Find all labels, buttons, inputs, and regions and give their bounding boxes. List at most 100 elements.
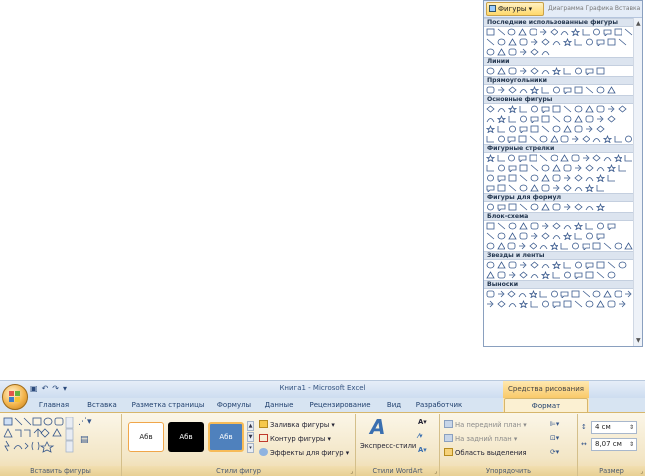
shape-option-icon[interactable] xyxy=(519,203,528,211)
shape-option-icon[interactable] xyxy=(585,232,594,240)
shape-option-icon[interactable] xyxy=(508,222,517,230)
shape-option-icon[interactable] xyxy=(497,154,506,162)
shape-option-icon[interactable] xyxy=(486,86,495,94)
shape-option-icon[interactable] xyxy=(614,290,623,298)
shape-option-icon[interactable] xyxy=(618,300,627,308)
shape-option-icon[interactable] xyxy=(596,222,605,230)
shape-option-icon[interactable] xyxy=(486,38,495,46)
shape-option-icon[interactable] xyxy=(508,203,517,211)
ribbon-tab[interactable]: Разметка страницы xyxy=(128,398,208,412)
shape-option-icon[interactable] xyxy=(574,261,583,269)
shape-option-icon[interactable] xyxy=(539,28,548,36)
shape-option-icon[interactable] xyxy=(486,154,495,162)
shape-option-icon[interactable] xyxy=(585,86,594,94)
shape-option-icon[interactable] xyxy=(574,115,583,123)
shape-option-icon[interactable] xyxy=(603,290,612,298)
shape-option-icon[interactable] xyxy=(592,135,601,143)
shape-option-icon[interactable] xyxy=(596,261,605,269)
shape-option-icon[interactable] xyxy=(563,86,572,94)
express-styles-button[interactable]: Экспресс-стили xyxy=(360,442,416,451)
shape-option-icon[interactable] xyxy=(507,242,516,250)
shape-option-icon[interactable] xyxy=(550,290,559,298)
shape-option-icon[interactable] xyxy=(552,38,561,46)
shape-option-icon[interactable] xyxy=(497,184,506,192)
shape-option-icon[interactable] xyxy=(519,115,528,123)
shape-option-icon[interactable] xyxy=(529,28,538,36)
send-back-button[interactable]: На задний план ▾ xyxy=(444,434,517,444)
shape-option-icon[interactable] xyxy=(550,28,559,36)
gallery-scrollbar[interactable]: ▲ ▼ xyxy=(633,18,642,346)
shape-option-icon[interactable] xyxy=(596,115,605,123)
shape-option-icon[interactable] xyxy=(574,271,583,279)
shape-option-icon[interactable] xyxy=(552,86,561,94)
shape-option-icon[interactable] xyxy=(541,48,550,56)
style-gallery-more[interactable]: ▾ xyxy=(247,443,254,453)
shape-option-icon[interactable] xyxy=(596,38,605,46)
shape-option-icon[interactable] xyxy=(541,184,550,192)
shape-option-icon[interactable] xyxy=(519,125,528,133)
shape-option-icon[interactable] xyxy=(614,28,623,36)
shape-option-icon[interactable] xyxy=(585,164,594,172)
shape-option-icon[interactable] xyxy=(507,135,516,143)
shape-option-icon[interactable] xyxy=(585,115,594,123)
shape-option-icon[interactable] xyxy=(571,28,580,36)
shape-option-icon[interactable] xyxy=(496,242,506,250)
shape-option-icon[interactable] xyxy=(563,125,572,133)
ribbon-tab[interactable]: Вставка xyxy=(80,398,124,412)
ribbon-tab[interactable]: Формат xyxy=(504,398,588,412)
shape-option-icon[interactable] xyxy=(508,86,517,94)
shape-option-icon[interactable] xyxy=(497,115,506,123)
shape-option-icon[interactable] xyxy=(541,232,550,240)
shape-option-icon[interactable] xyxy=(528,242,538,250)
shape-option-icon[interactable] xyxy=(552,164,561,172)
shape-option-icon[interactable] xyxy=(530,203,539,211)
shape-option-icon[interactable] xyxy=(497,86,506,94)
shape-option-icon[interactable] xyxy=(530,300,539,308)
style-sample-white[interactable]: Абв xyxy=(128,422,164,452)
shape-option-icon[interactable] xyxy=(508,174,517,182)
shape-option-icon[interactable] xyxy=(563,261,572,269)
shape-option-icon[interactable] xyxy=(571,290,580,298)
shape-option-icon[interactable] xyxy=(560,28,569,36)
shape-option-icon[interactable] xyxy=(552,271,561,279)
shape-option-icon[interactable] xyxy=(541,105,550,113)
shape-option-icon[interactable] xyxy=(585,271,594,279)
shape-option-icon[interactable] xyxy=(552,67,561,75)
shape-option-icon[interactable] xyxy=(486,135,495,143)
scroll-up-icon[interactable]: ▲ xyxy=(636,20,641,27)
shape-option-icon[interactable] xyxy=(603,242,612,250)
shape-option-icon[interactable] xyxy=(596,164,605,172)
shape-option-icon[interactable] xyxy=(508,164,517,172)
shape-option-icon[interactable] xyxy=(574,67,583,75)
height-field[interactable]: 4 см ⇕ xyxy=(591,421,637,434)
shape-option-icon[interactable] xyxy=(486,67,495,75)
shape-option-icon[interactable] xyxy=(497,67,506,75)
shape-option-icon[interactable] xyxy=(497,232,506,240)
shape-option-icon[interactable] xyxy=(574,232,583,240)
shape-option-icon[interactable] xyxy=(530,38,539,46)
size-launcher-icon[interactable]: ⌟ xyxy=(640,468,643,475)
shape-option-icon[interactable] xyxy=(508,67,517,75)
shape-option-icon[interactable] xyxy=(508,38,517,46)
shape-option-icon[interactable] xyxy=(518,28,527,36)
shape-option-icon[interactable] xyxy=(582,242,591,250)
shape-option-icon[interactable] xyxy=(563,300,572,308)
shape-option-icon[interactable] xyxy=(530,115,539,123)
shape-option-icon[interactable] xyxy=(486,105,495,113)
shape-option-icon[interactable] xyxy=(486,164,495,172)
shape-option-icon[interactable] xyxy=(563,38,572,46)
shape-option-icon[interactable] xyxy=(486,300,495,308)
shape-option-icon[interactable] xyxy=(518,290,527,298)
shape-effects-button[interactable]: Эффекты для фигур ▾ xyxy=(259,448,349,458)
shape-option-icon[interactable] xyxy=(585,38,594,46)
shape-option-icon[interactable] xyxy=(592,242,601,250)
shape-option-icon[interactable] xyxy=(563,105,572,113)
shape-option-icon[interactable] xyxy=(596,184,605,192)
shape-option-icon[interactable] xyxy=(607,164,616,172)
shape-option-icon[interactable] xyxy=(519,184,528,192)
shape-option-icon[interactable] xyxy=(486,203,495,211)
shape-option-icon[interactable] xyxy=(582,290,591,298)
shape-option-icon[interactable] xyxy=(508,300,517,308)
width-field[interactable]: 8,07 см ⇕ xyxy=(591,438,637,451)
shape-option-icon[interactable] xyxy=(530,184,539,192)
